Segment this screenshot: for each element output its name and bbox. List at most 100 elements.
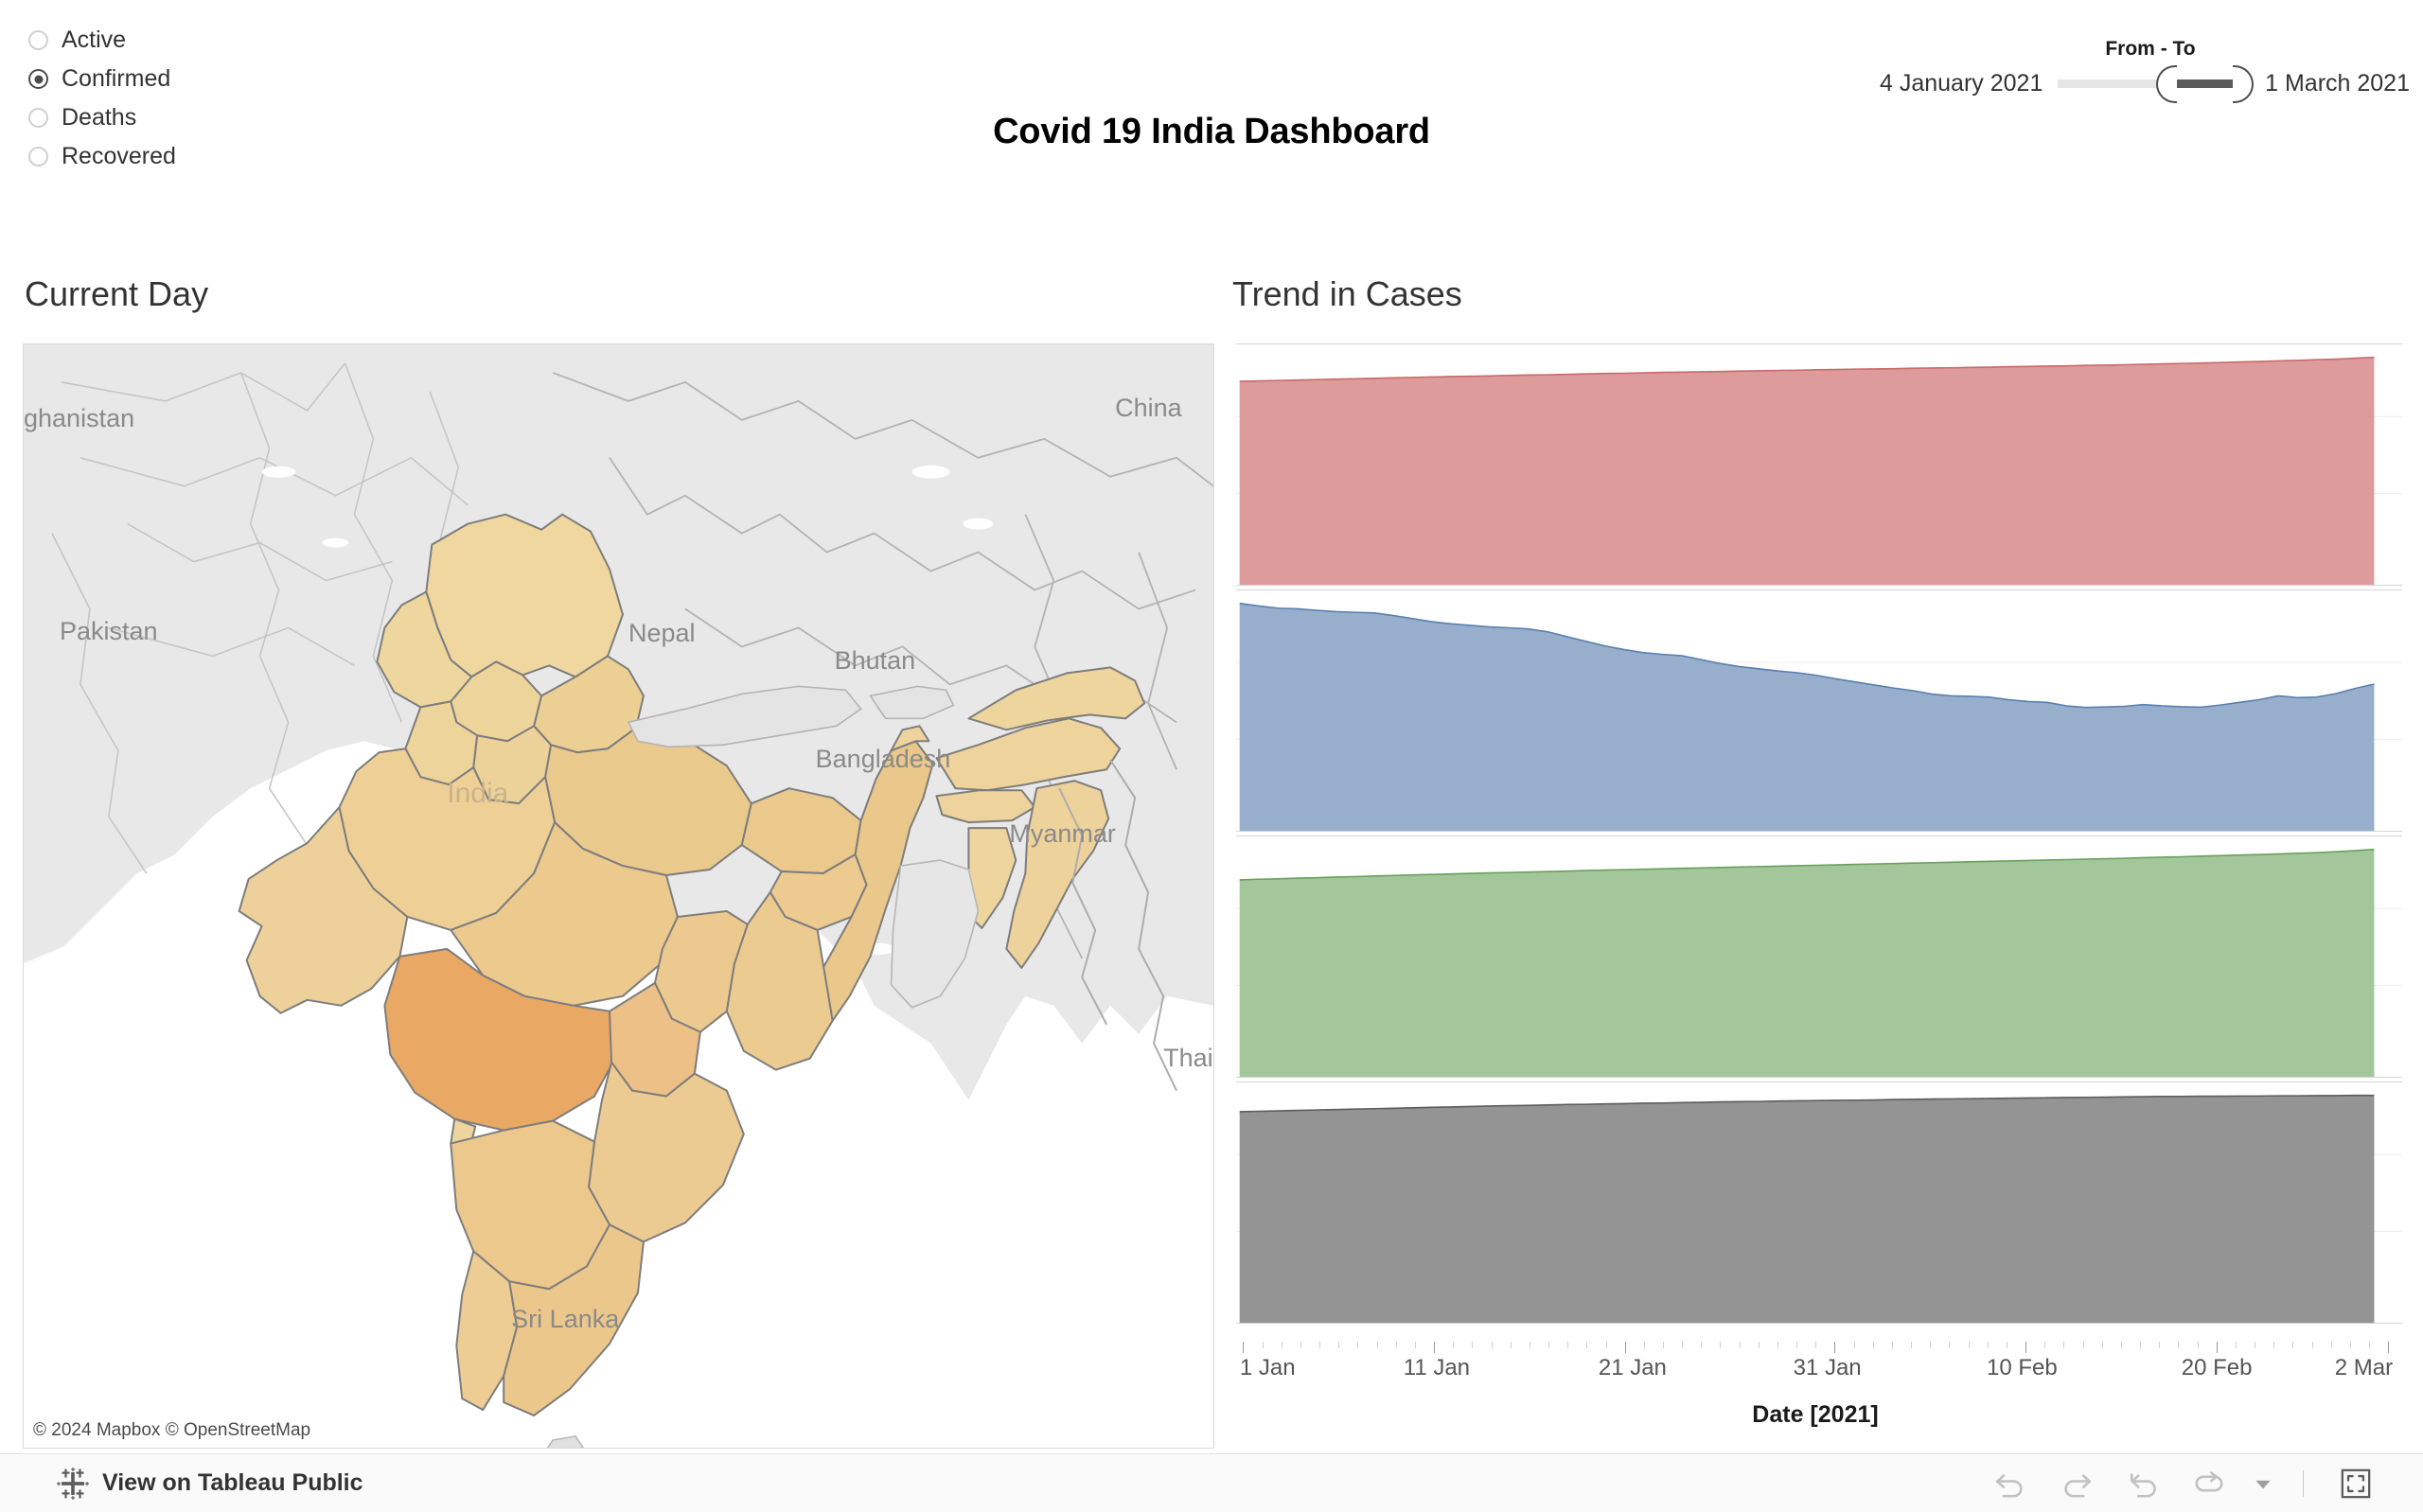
radio-mark-icon — [28, 30, 48, 50]
footer-toolbar — [1977, 1454, 2389, 1512]
x-tick — [1376, 1342, 1378, 1348]
trend-panel-active[interactable] — [1236, 589, 2402, 832]
map-panel-heading: Current Day — [25, 274, 209, 313]
x-tick — [1357, 1342, 1359, 1348]
x-tick — [2235, 1342, 2237, 1348]
x-tick — [1434, 1342, 1436, 1353]
map-attribution: © 2024 Mapbox © OpenStreetMap — [27, 1417, 318, 1445]
refresh-button[interactable] — [2176, 1454, 2242, 1512]
x-tick — [2349, 1342, 2351, 1348]
slider-fill — [2177, 79, 2233, 88]
x-tick — [1682, 1342, 1684, 1348]
area-series-recovered — [1236, 836, 2402, 1077]
x-tick — [1758, 1342, 1760, 1348]
page-title: Covid 19 India Dashboard — [993, 112, 1430, 151]
x-tick-label: 11 Jan — [1403, 1355, 1471, 1380]
trend-chart[interactable]: 1 Jan 11 Jan 21 Jan 31 Jan 10 Feb 20 Feb 2 Mar… — [1229, 343, 2402, 1449]
x-tick — [2140, 1342, 2142, 1348]
x-tick — [1796, 1342, 1798, 1348]
date-range-from: 4 January 2021 — [1880, 70, 2043, 97]
x-tick — [1319, 1342, 1321, 1348]
map-canvas[interactable]: ghanistan Pakistan China Nepal Bhutan Banglad… — [24, 344, 1213, 1448]
x-tick — [1300, 1342, 1301, 1348]
view-on-tableau-public-link[interactable]: View on Tableau Public — [57, 1467, 363, 1500]
toolbar-divider — [2303, 1469, 2304, 1497]
date-range-filter[interactable]: From - To 4 January 2021 1 March 2021 — [1880, 17, 2410, 103]
x-tick — [1968, 1342, 1970, 1348]
x-tick — [2082, 1342, 2084, 1348]
radio-option-label: Active — [62, 26, 127, 53]
view-on-tableau-public-label: View on Tableau Public — [102, 1469, 363, 1496]
slider-handle-right[interactable] — [2232, 64, 2254, 103]
redo-button[interactable] — [2043, 1454, 2110, 1512]
x-tick — [1414, 1342, 1416, 1348]
radio-option-active[interactable]: Active — [28, 21, 176, 60]
x-tick — [1949, 1342, 1951, 1348]
radio-option-confirmed[interactable]: Confirmed — [28, 60, 176, 98]
trend-panel-confirmed[interactable] — [1236, 343, 2402, 586]
x-tick — [1491, 1342, 1493, 1348]
revert-button[interactable] — [2110, 1454, 2176, 1512]
trend-panel-recovered[interactable] — [1236, 835, 2402, 1078]
area-series-confirmed — [1236, 344, 2402, 585]
india-choropleth-map[interactable]: ghanistan Pakistan China Nepal Bhutan Banglad… — [23, 343, 1214, 1449]
x-tick — [2159, 1342, 2161, 1348]
x-tick — [2388, 1342, 2390, 1353]
x-tick — [2120, 1342, 2122, 1348]
x-tick — [2292, 1342, 2294, 1348]
x-tick — [2044, 1342, 2046, 1348]
x-tick — [1643, 1342, 1645, 1348]
x-tick — [1624, 1342, 1626, 1353]
tableau-footer: View on Tableau Public — [0, 1453, 2423, 1512]
x-tick-label: 1 Jan — [1239, 1355, 1296, 1380]
x-tick-label: 10 Feb — [1987, 1355, 2058, 1380]
x-tick-label: 2 Mar — [2334, 1355, 2394, 1380]
x-tick — [1662, 1342, 1664, 1348]
x-tick — [2330, 1342, 2332, 1348]
x-tick — [2063, 1342, 2065, 1348]
x-tick-label: 20 Feb — [2181, 1355, 2253, 1380]
more-options-button[interactable] — [2242, 1454, 2284, 1512]
x-tick — [2369, 1342, 2371, 1348]
x-tick — [1891, 1342, 1893, 1348]
x-tick — [1605, 1342, 1607, 1348]
x-tick — [2101, 1342, 2103, 1348]
measure-radio-group[interactable]: Active Confirmed Deaths Recovered — [28, 21, 176, 176]
x-tick — [1872, 1342, 1874, 1348]
x-tick — [2311, 1342, 2313, 1348]
area-series-active — [1236, 590, 2402, 831]
x-tick — [1510, 1342, 1512, 1348]
dashboard-page: Active Confirmed Deaths Recovered Covid 19 … — [0, 0, 2423, 1512]
x-tick — [1262, 1342, 1264, 1348]
x-tick — [1815, 1342, 1817, 1348]
trend-panel-deaths[interactable] — [1236, 1081, 2402, 1324]
x-tick — [1586, 1342, 1588, 1348]
x-tick — [1453, 1342, 1455, 1348]
trend-chart-panels[interactable] — [1236, 343, 2402, 1342]
x-tick — [1395, 1342, 1397, 1348]
x-axis-tickmarks — [1236, 1342, 2402, 1353]
x-tick — [1853, 1342, 1855, 1348]
slider-handle-left[interactable] — [2156, 64, 2178, 103]
x-tick — [2197, 1342, 2199, 1348]
date-range-slider[interactable] — [2058, 64, 2254, 103]
x-tick-label: 31 Jan — [1793, 1355, 1862, 1380]
fullscreen-button[interactable] — [2323, 1454, 2389, 1512]
x-tick — [1777, 1342, 1778, 1348]
map-geometry — [24, 344, 1213, 1448]
x-tick — [1338, 1342, 1340, 1348]
x-tick — [1567, 1342, 1569, 1348]
radio-option-label: Confirmed — [62, 65, 171, 92]
radio-mark-icon — [28, 69, 48, 89]
x-tick — [2025, 1342, 2027, 1353]
x-tick — [1930, 1342, 1932, 1348]
undo-button[interactable] — [1977, 1454, 2043, 1512]
x-tick — [1701, 1342, 1703, 1348]
x-axis-title: Date [2021] — [1752, 1401, 1879, 1428]
x-tick — [1911, 1342, 1913, 1348]
x-tick — [1720, 1342, 1722, 1348]
area-series-deaths — [1236, 1082, 2402, 1323]
x-tick — [1987, 1342, 1989, 1348]
trend-chart-x-axis: 1 Jan 11 Jan 21 Jan 31 Jan 10 Feb 20 Feb 2 Mar — [1236, 1342, 2402, 1398]
trend-panel-heading: Trend in Cases — [1232, 274, 1462, 313]
